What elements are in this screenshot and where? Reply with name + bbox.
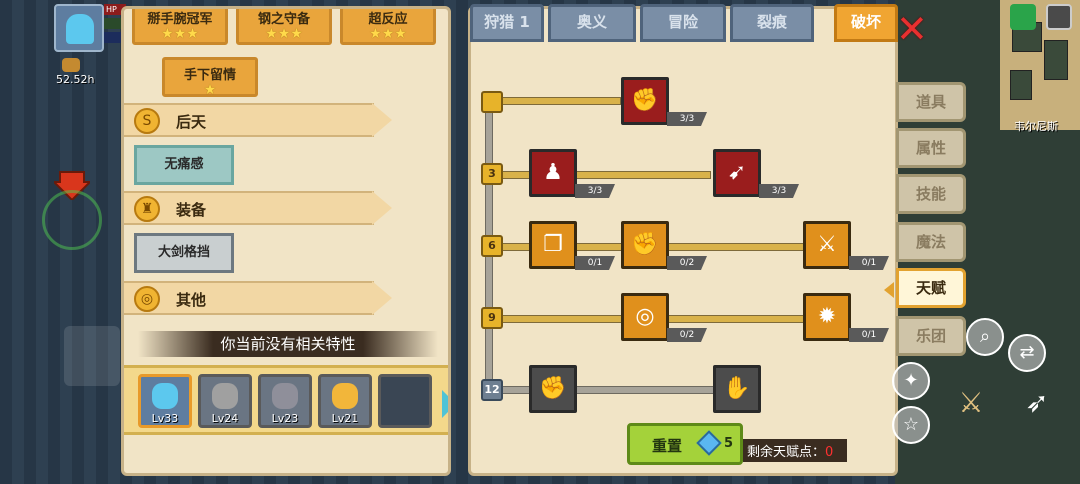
session-timer: 52.52h bbox=[56, 73, 95, 86]
girl-portrait-icon bbox=[332, 383, 358, 409]
trait-greatsword-block[interactable]: 大剑格挡 bbox=[134, 233, 234, 273]
acquired-icon: S bbox=[134, 108, 160, 134]
star-rating: ★ bbox=[203, 82, 217, 98]
talent-fist-locked[interactable]: ✊ bbox=[529, 365, 577, 413]
talent-count: 3/3 bbox=[575, 184, 615, 198]
search-icon[interactable]: ⌕ bbox=[966, 318, 1004, 356]
section-header-acquired: S 后天 bbox=[124, 103, 392, 137]
sword-icon[interactable]: ⚔ bbox=[952, 386, 990, 424]
talent-count: 3/3 bbox=[667, 112, 707, 126]
tier-root bbox=[481, 91, 503, 113]
trait-panel: 掰手腕冠军 ★★★ 钢之守备 ★★★ 超反应 ★★★ 手下留情 ★ S 后天 无… bbox=[121, 6, 451, 476]
talent-ground-ring[interactable]: ◎ bbox=[621, 293, 669, 341]
reset-button[interactable]: 重置 5 bbox=[627, 423, 743, 465]
side-tab-band[interactable]: 乐团 bbox=[896, 316, 966, 356]
party-bar: Lv33 Lv24 Lv23 Lv21 bbox=[124, 365, 448, 435]
close-icon[interactable]: ✕ bbox=[896, 10, 928, 48]
talent-punch-hit[interactable]: ✊ bbox=[621, 221, 669, 269]
knight-portrait-icon bbox=[212, 383, 238, 409]
party-next-arrow-icon[interactable] bbox=[442, 390, 448, 418]
trait-card[interactable]: 超反应 ★★★ bbox=[340, 9, 436, 45]
talent-fire-burst[interactable]: ✹ bbox=[803, 293, 851, 341]
side-tab-attributes[interactable]: 属性 bbox=[896, 128, 966, 168]
talent-arrow-strike[interactable]: ➹ bbox=[713, 149, 761, 197]
side-tab-talent[interactable]: 天赋 bbox=[896, 268, 966, 308]
side-tab-magic[interactable]: 魔法 bbox=[896, 222, 966, 262]
trait-painless[interactable]: 无痛感 bbox=[134, 145, 234, 185]
exit-icon[interactable] bbox=[1046, 4, 1072, 30]
talent-count: 3/3 bbox=[759, 184, 799, 198]
bow-icon[interactable]: ➶ bbox=[1018, 386, 1056, 424]
tier-marker: 12 bbox=[481, 379, 503, 401]
talent-panel: 3 6 9 12 ✊ 3/3 ♟ 3/3 ➹ 3/3 ❐ 0/1 ✊ 0/2 ⚔… bbox=[468, 6, 898, 476]
tab-mystery[interactable]: 奥义 bbox=[548, 4, 636, 42]
left-arrow-button[interactable] bbox=[64, 326, 120, 386]
side-tab-items[interactable]: 道具 bbox=[896, 82, 966, 122]
tab-adventure[interactable]: 冒险 bbox=[640, 4, 726, 42]
trait-card[interactable]: 掰手腕冠军 ★★★ bbox=[132, 9, 228, 45]
talent-splash-slash[interactable]: ⚔ bbox=[803, 221, 851, 269]
star-rating: ★★★ bbox=[161, 26, 199, 42]
compass-icon[interactable]: ✦ bbox=[892, 362, 930, 400]
section-header-equipment: ♜ 装备 bbox=[124, 191, 392, 225]
party-member[interactable]: Lv33 bbox=[138, 374, 192, 428]
talent-count: 0/1 bbox=[575, 256, 615, 270]
armor-icon: ♜ bbox=[134, 196, 160, 222]
remaining-points: 剩余天赋点：0 bbox=[743, 439, 848, 462]
star-rating: ★★★ bbox=[369, 26, 407, 42]
tier-marker: 6 bbox=[481, 235, 503, 257]
party-member[interactable]: Lv24 bbox=[198, 374, 252, 428]
tier-marker: 3 bbox=[481, 163, 503, 185]
talent-muscle[interactable]: ♟ bbox=[529, 149, 577, 197]
hat-icon bbox=[62, 58, 80, 72]
active-tab-pointer-icon bbox=[884, 282, 894, 298]
hero-portrait-icon bbox=[152, 383, 178, 409]
no-trait-message: 你当前没有相关特性 bbox=[138, 331, 438, 357]
talent-count: 0/1 bbox=[849, 256, 889, 270]
talent-count: 0/1 bbox=[849, 328, 889, 342]
swap-icon[interactable]: ⇄ bbox=[1008, 334, 1046, 372]
trait-card[interactable]: 钢之守备 ★★★ bbox=[236, 9, 332, 45]
knight-portrait-icon bbox=[272, 383, 298, 409]
map-name: 韦尔尼斯 bbox=[1014, 120, 1058, 133]
party-member[interactable]: Lv23 bbox=[258, 374, 312, 428]
tab-rift[interactable]: 裂痕 bbox=[730, 4, 814, 42]
section-header-other: ◎ 其他 bbox=[124, 281, 392, 315]
trait-card[interactable]: 手下留情 ★ bbox=[162, 57, 258, 97]
star-rating: ★★★ bbox=[265, 26, 303, 42]
party-slot-empty[interactable] bbox=[378, 374, 432, 428]
tab-hunt[interactable]: 狩猎 1 bbox=[470, 4, 544, 42]
other-icon: ◎ bbox=[134, 286, 160, 312]
tier-marker: 9 bbox=[481, 307, 503, 329]
talent-count: 0/2 bbox=[667, 328, 707, 342]
branch-locked bbox=[491, 386, 721, 394]
talent-count: 0/2 bbox=[667, 256, 707, 270]
branch bbox=[491, 97, 621, 105]
gem-icon bbox=[696, 430, 722, 456]
side-tab-skills[interactable]: 技能 bbox=[896, 174, 966, 214]
branch bbox=[491, 171, 711, 179]
player-avatar[interactable] bbox=[54, 4, 104, 52]
party-member[interactable]: Lv21 bbox=[318, 374, 372, 428]
tab-destroy[interactable]: 破坏 bbox=[834, 4, 898, 42]
talent-arm-wrestle[interactable]: ✊ bbox=[621, 77, 669, 125]
star-icon[interactable]: ☆ bbox=[892, 406, 930, 444]
joystick[interactable] bbox=[42, 190, 102, 250]
talent-fist-down-locked[interactable]: ✋ bbox=[713, 365, 761, 413]
globe-icon[interactable] bbox=[1010, 4, 1036, 30]
talent-card-flip[interactable]: ❐ bbox=[529, 221, 577, 269]
